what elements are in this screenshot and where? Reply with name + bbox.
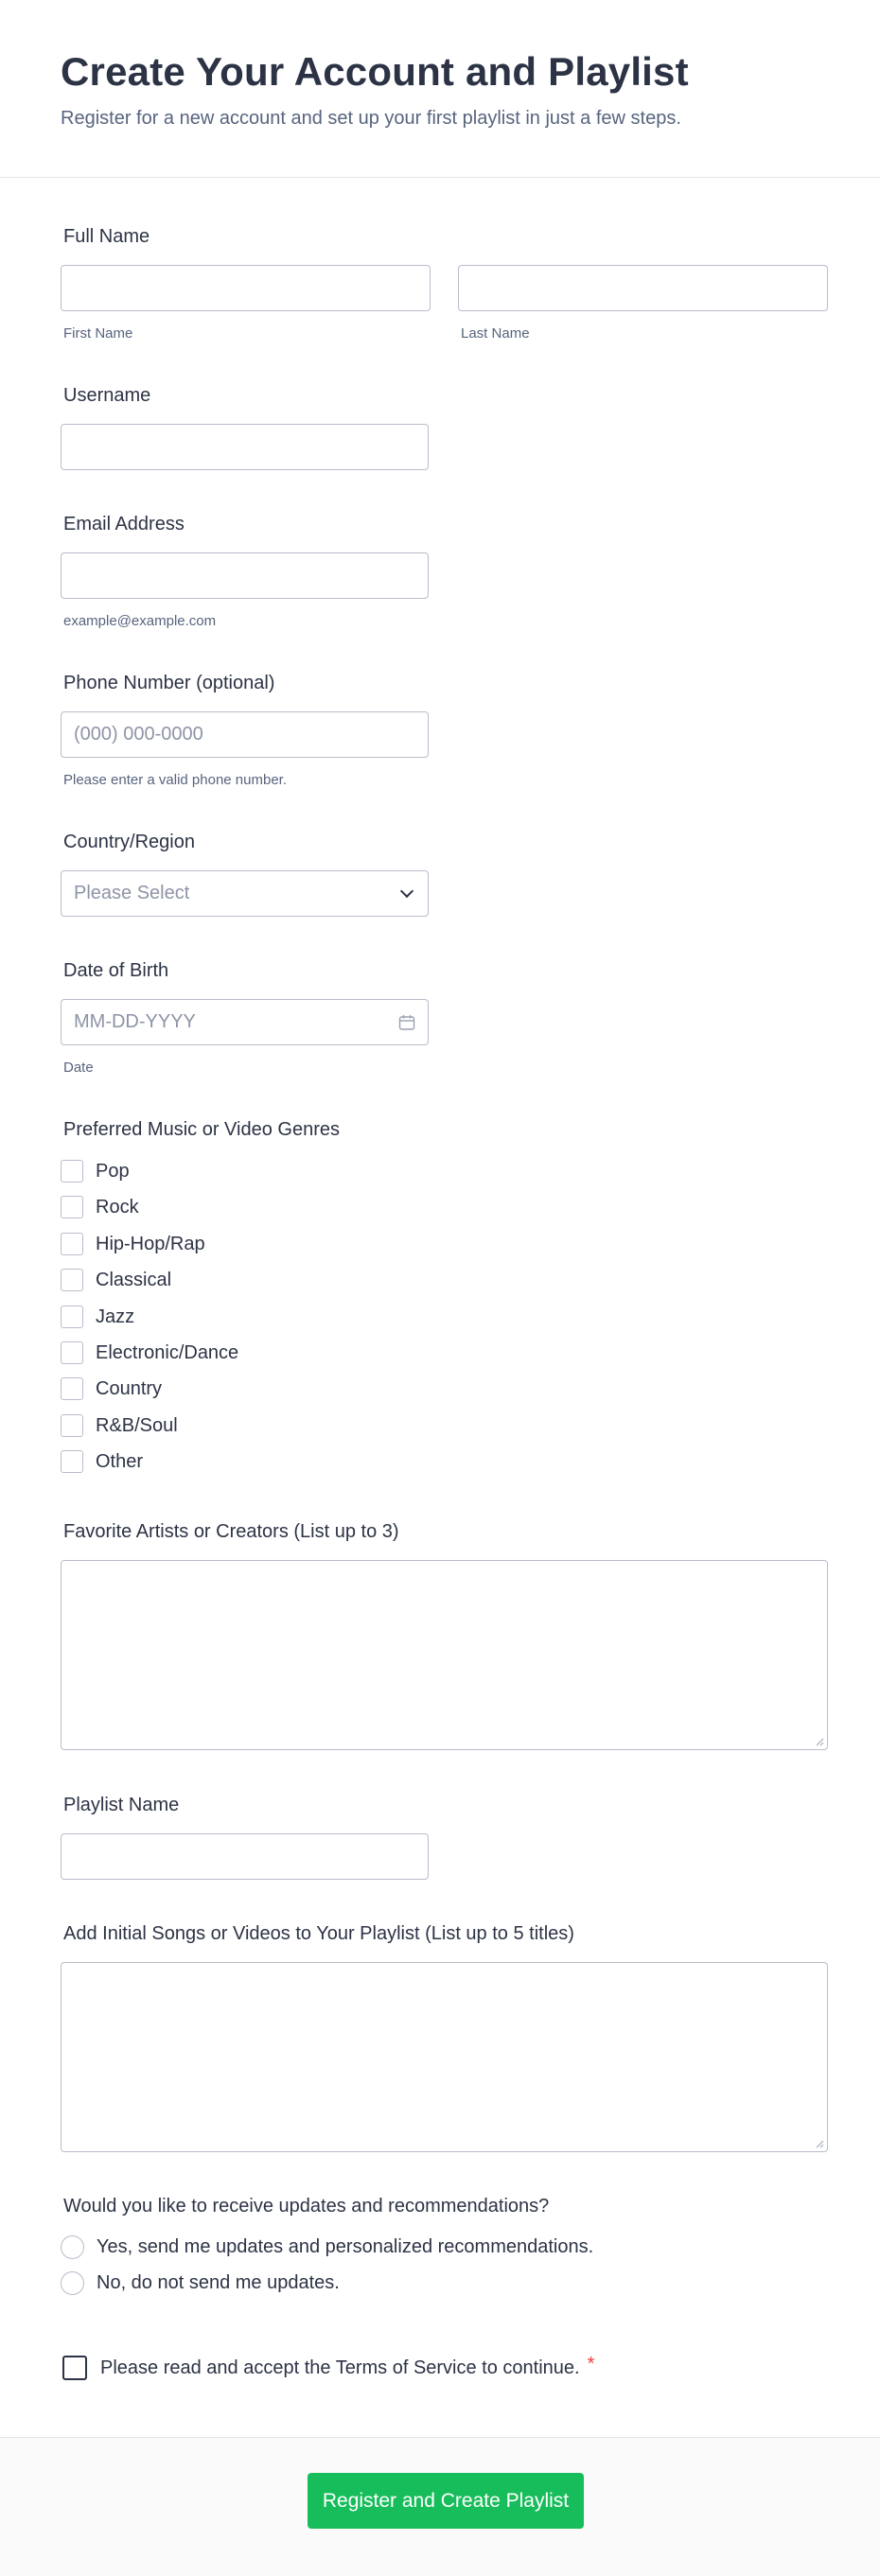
checkbox-label: Rock (96, 1196, 139, 1218)
genre-option-electronic[interactable]: Electronic/Dance (61, 1341, 238, 1365)
genre-option-jazz[interactable]: Jazz (61, 1305, 134, 1329)
submit-button[interactable]: Register and Create Playlist (308, 2473, 584, 2529)
checkbox[interactable] (61, 1160, 83, 1183)
calendar-icon[interactable] (398, 1014, 415, 1031)
username-input[interactable] (61, 424, 429, 470)
checkbox-label: Other (96, 1450, 144, 1472)
genre-option-country[interactable]: Country (61, 1376, 162, 1401)
country-select[interactable]: Please Select (61, 870, 429, 917)
playlist-name-input[interactable] (61, 1833, 429, 1880)
checkbox[interactable] (61, 1341, 83, 1364)
country-select-placeholder: Please Select (74, 883, 190, 903)
updates-option-no[interactable]: No, do not send me updates. (61, 2270, 340, 2295)
country-select-box[interactable]: Please Select (61, 870, 429, 917)
artists-textarea[interactable] (61, 1560, 828, 1750)
terms-label: Please read and accept the Terms of Serv… (100, 2357, 580, 2378)
checkbox[interactable] (61, 1377, 83, 1400)
checkbox[interactable] (61, 1233, 83, 1255)
genre-option-classical[interactable]: Classical (61, 1268, 171, 1292)
email-input[interactable] (61, 552, 429, 599)
checkbox-label: Pop (96, 1160, 130, 1182)
dob-placeholder: MM-DD-YYYY (74, 1011, 196, 1032)
checkbox[interactable] (61, 1306, 83, 1328)
genre-option-other[interactable]: Other (61, 1449, 143, 1474)
checkbox-label: Hip-Hop/Rap (96, 1233, 205, 1254)
page-title: Create Your Account and Playlist (61, 49, 689, 94)
genres-label: Preferred Music or Video Genres (63, 1119, 340, 1140)
radio-label: No, do not send me updates. (97, 2271, 340, 2293)
artists-label: Favorite Artists or Creators (List up to… (63, 1521, 399, 1542)
initial-items-label: Add Initial Songs or Videos to Your Play… (63, 1923, 574, 1944)
dob-input[interactable]: MM-DD-YYYY (61, 999, 429, 1045)
page-subtitle: Register for a new account and set up yo… (61, 108, 681, 129)
username-label: Username (63, 385, 151, 406)
resize-grip-icon[interactable] (815, 1737, 824, 1746)
country-label: Country/Region (63, 832, 195, 852)
phone-label: Phone Number (optional) (63, 673, 275, 693)
terms-checkbox[interactable] (62, 2356, 87, 2380)
dob-sublabel: Date (63, 1060, 94, 1076)
checkbox[interactable] (61, 1269, 83, 1291)
checkbox[interactable] (61, 1414, 83, 1437)
resize-grip-icon[interactable] (815, 2139, 824, 2148)
genre-option-pop[interactable]: Pop (61, 1159, 130, 1183)
full-name-label: Full Name (63, 226, 150, 247)
genre-option-hiphop[interactable]: Hip-Hop/Rap (61, 1232, 205, 1256)
updates-option-yes[interactable]: Yes, send me updates and personalized re… (61, 2234, 593, 2259)
checkbox-label: Electronic/Dance (96, 1341, 239, 1363)
genre-option-rnb[interactable]: R&B/Soul (61, 1413, 178, 1438)
email-label: Email Address (63, 514, 185, 534)
checkbox-label: Classical (96, 1269, 172, 1290)
playlist-name-label: Playlist Name (63, 1795, 180, 1815)
chevron-down-icon (399, 884, 414, 898)
form-header: Create Your Account and Playlist Registe… (0, 0, 880, 178)
phone-input[interactable] (61, 711, 429, 758)
radio-label: Yes, send me updates and personalized re… (97, 2235, 594, 2257)
first-name-input[interactable] (61, 265, 431, 311)
terms-checkbox-row[interactable]: Please read and accept the Terms of Serv… (62, 2353, 595, 2380)
genre-option-rock[interactable]: Rock (61, 1195, 139, 1219)
form-footer: Register and Create Playlist (0, 2437, 880, 2576)
first-name-sublabel: First Name (63, 325, 133, 342)
radio-button[interactable] (61, 2270, 84, 2295)
phone-sublabel: Please enter a valid phone number. (63, 772, 287, 788)
required-mark: * (587, 2353, 595, 2374)
last-name-sublabel: Last Name (461, 325, 530, 342)
last-name-input[interactable] (458, 265, 828, 311)
dob-label: Date of Birth (63, 960, 169, 981)
checkbox-label: R&B/Soul (96, 1414, 178, 1436)
email-sublabel: example@example.com (63, 613, 217, 629)
checkbox-label: Jazz (96, 1306, 135, 1327)
checkbox[interactable] (61, 1450, 83, 1473)
checkbox-label: Country (96, 1377, 163, 1399)
updates-label: Would you like to receive updates and re… (63, 2196, 550, 2217)
radio-button[interactable] (61, 2234, 84, 2259)
checkbox[interactable] (61, 1196, 83, 1218)
initial-items-textarea[interactable] (61, 1962, 828, 2152)
